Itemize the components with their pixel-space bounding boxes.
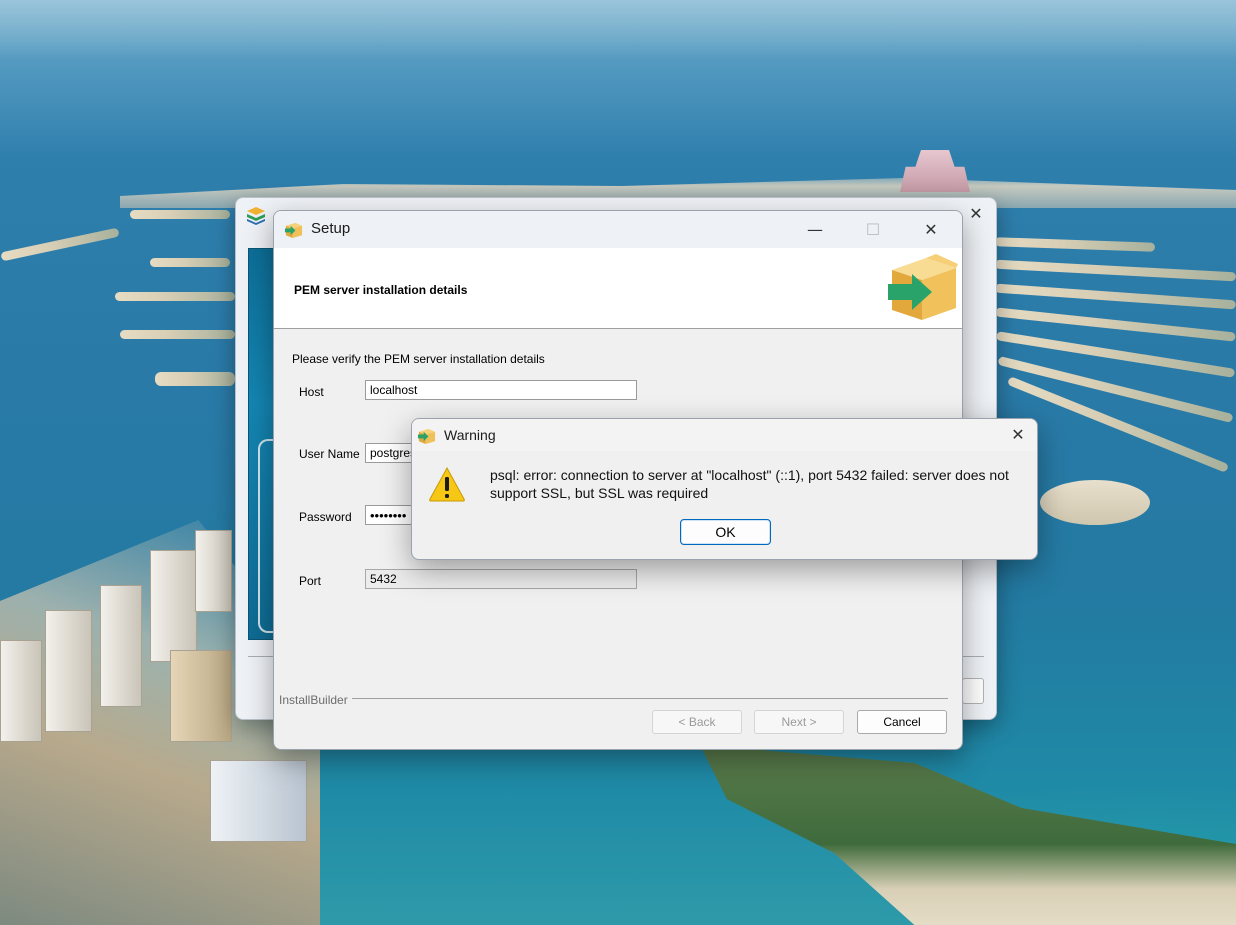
ok-button[interactable]: OK bbox=[680, 519, 771, 545]
instruction-text: Please verify the PEM server installatio… bbox=[292, 352, 545, 366]
maximize-button[interactable]: ☐ bbox=[850, 211, 896, 248]
port-input[interactable]: 5432 bbox=[365, 569, 637, 589]
username-label: User Name bbox=[299, 447, 360, 461]
password-label: Password bbox=[299, 510, 352, 524]
title-bar[interactable]: Setup — ☐ ✕ bbox=[274, 211, 962, 248]
package-icon bbox=[284, 222, 303, 239]
cancel-button[interactable]: Cancel bbox=[857, 710, 947, 734]
package-logo-icon bbox=[888, 254, 958, 320]
footer-separator bbox=[352, 698, 948, 699]
host-input[interactable]: localhost bbox=[365, 380, 637, 400]
back-button[interactable]: < Back bbox=[652, 710, 742, 734]
island-frond bbox=[130, 210, 230, 219]
island-frond bbox=[150, 258, 230, 267]
island-frond bbox=[115, 292, 235, 301]
coastal-land bbox=[700, 745, 1236, 925]
host-label: Host bbox=[299, 385, 324, 399]
background-button[interactable] bbox=[962, 678, 984, 704]
wizard-header: PEM server installation details bbox=[274, 248, 962, 329]
stack-app-icon bbox=[247, 207, 265, 225]
warning-triangle-icon bbox=[429, 466, 465, 502]
island-frond bbox=[120, 330, 235, 339]
island-frond bbox=[155, 372, 235, 386]
hotel-block bbox=[210, 760, 307, 842]
next-button[interactable]: Next > bbox=[754, 710, 844, 734]
installbuilder-brand: InstallBuilder bbox=[277, 693, 350, 707]
minimize-button[interactable]: — bbox=[792, 211, 838, 248]
sky-haze bbox=[0, 0, 1236, 60]
island-frond bbox=[994, 283, 1236, 310]
port-label: Port bbox=[299, 574, 322, 588]
package-icon bbox=[417, 428, 436, 445]
warning-dialog: Warning ✕ psql: error: connection to ser… bbox=[411, 418, 1038, 560]
warning-message: psql: error: connection to server at "lo… bbox=[490, 467, 1009, 501]
page-title: PEM server installation details bbox=[294, 283, 468, 297]
island-crescent bbox=[1040, 480, 1150, 525]
warning-title-bar[interactable]: Warning ✕ bbox=[412, 419, 1037, 451]
banner-decoration bbox=[258, 439, 274, 633]
window-title: Setup bbox=[311, 220, 351, 237]
side-banner-image bbox=[248, 248, 276, 640]
hotel-building bbox=[900, 150, 970, 192]
island-frond bbox=[0, 227, 120, 262]
warning-title: Warning bbox=[444, 427, 496, 443]
tower bbox=[0, 640, 42, 742]
close-button[interactable]: ✕ bbox=[908, 211, 954, 248]
tower bbox=[150, 550, 197, 662]
tower bbox=[170, 650, 232, 742]
island-frond bbox=[994, 259, 1236, 282]
tower bbox=[195, 530, 232, 612]
island-frond bbox=[994, 237, 1156, 252]
background-close-button[interactable]: ✕ bbox=[964, 204, 988, 224]
warning-close-button[interactable]: ✕ bbox=[1000, 419, 1036, 451]
tower bbox=[45, 610, 92, 732]
tower bbox=[100, 585, 142, 707]
